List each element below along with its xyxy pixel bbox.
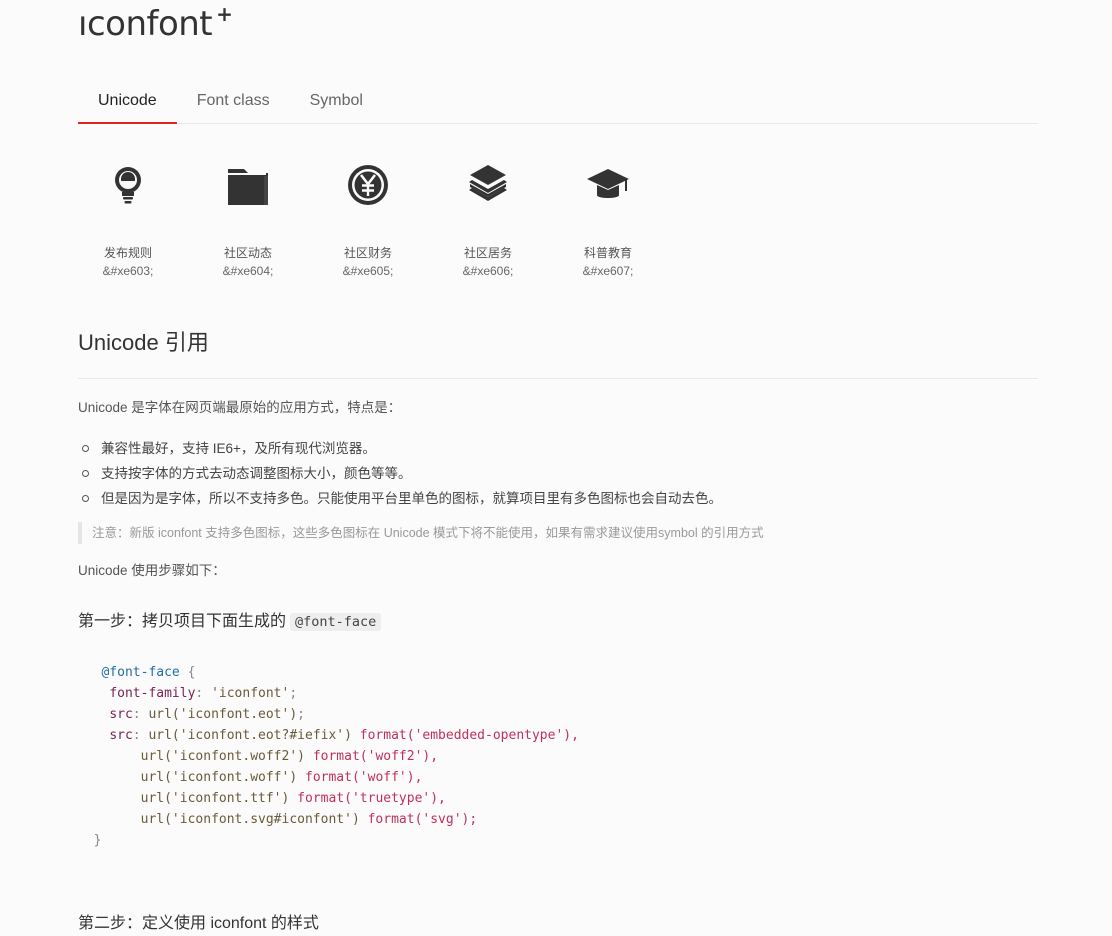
step-1-heading: 第一步：拷贝项目下面生成的 @font-face (78, 610, 382, 634)
lightbulb-icon (115, 167, 141, 204)
icon-item[interactable]: 社区财务 &#xe605; (318, 140, 418, 280)
tab-font-class[interactable]: Font class (177, 78, 290, 123)
code-format: format('woff2'), (312, 749, 439, 764)
icon-name: 发布规则 (103, 246, 152, 260)
icon-code: &#xe604; (222, 264, 274, 278)
code-prop: src (109, 707, 133, 722)
iconfont-logo[interactable]: ıconfont + (78, 2, 233, 44)
code-value: url('iconfont.ttf') (140, 791, 290, 806)
icon-code: &#xe607; (582, 264, 634, 278)
icon-code: &#xe603; (102, 264, 154, 278)
icon-item[interactable]: 社区居务 &#xe606; (438, 140, 538, 280)
section-intro: Unicode 是字体在网页端最原始的应用方式，特点是： (78, 400, 402, 415)
tab-unicode[interactable]: Unicode (78, 78, 177, 124)
icon-name: 科普教育 (583, 246, 632, 260)
logo-plus: + (216, 2, 233, 26)
inline-code: @font-face (290, 613, 382, 631)
layers-icon (469, 165, 507, 201)
icon-item[interactable]: 发布规则 &#xe603; (78, 140, 178, 280)
logo-text: ıconfont (78, 4, 213, 44)
code-prop: font-family (109, 686, 196, 701)
step-2-heading: 第二步：定义使用 iconfont 的样式 (78, 915, 319, 932)
code-brace: } (93, 833, 102, 848)
tab-bar: Unicode Font class Symbol (78, 78, 1038, 124)
step-1-text: 第一步：拷贝项目下面生成的 (78, 613, 287, 630)
icon-name: 社区财务 (343, 246, 392, 260)
steps-intro: Unicode 使用步骤如下： (78, 563, 226, 578)
folder-icon (228, 169, 268, 205)
code-format: format('woff'), (305, 770, 423, 785)
code-value: url('iconfont.eot') (148, 707, 298, 722)
icon-code: &#xe606; (462, 264, 514, 278)
icon-item[interactable]: 社区动态 &#xe604; (198, 140, 298, 280)
code-value: 'iconfont' (211, 686, 290, 701)
section-title: Unicode 引用 (78, 326, 1038, 379)
icon-name: 社区动态 (223, 246, 272, 260)
graduation-cap-icon (587, 169, 629, 198)
code-brace: { (187, 665, 196, 680)
icon-code: &#xe605; (342, 264, 394, 278)
code-prop: src (109, 728, 133, 743)
list-item: 但是因为是字体，所以不支持多色。只能使用平台里单色的图标，就算项目里有多色图标也… (78, 486, 722, 511)
tab-symbol[interactable]: Symbol (290, 78, 383, 123)
code-value: url('iconfont.woff') (140, 770, 298, 785)
icon-list: 发布规则 &#xe603; 社区动态 &#xe604; 社区财务 &#xe605… (78, 140, 678, 280)
code-block: @font-face { font-family: 'iconfont'; sr… (93, 665, 579, 848)
code-value: url('iconfont.woff2') (140, 749, 305, 764)
code-value: url('iconfont.svg#iconfont') (140, 812, 360, 827)
yen-coin-icon (348, 165, 388, 205)
code-format: format('embedded-opentype'), (359, 728, 579, 743)
list-item: 兼容性最好，支持 IE6+，及所有现代浏览器。 (78, 436, 722, 461)
code-at-rule: @font-face (101, 665, 180, 680)
icon-name: 社区居务 (463, 246, 512, 260)
code-format: format('svg'); (367, 812, 478, 827)
code-format: format('truetype'), (297, 791, 446, 806)
code-value: url('iconfont.eot?#iefix') (148, 728, 352, 743)
note-blockquote: 注意：新版 iconfont 支持多色图标，这些多色图标在 Unicode 模式… (78, 522, 764, 544)
icon-item[interactable]: 科普教育 &#xe607; (558, 140, 658, 280)
list-item: 支持按字体的方式去动态调整图标大小，颜色等等。 (78, 461, 722, 486)
feature-list: 兼容性最好，支持 IE6+，及所有现代浏览器。 支持按字体的方式去动态调整图标大… (78, 436, 722, 511)
